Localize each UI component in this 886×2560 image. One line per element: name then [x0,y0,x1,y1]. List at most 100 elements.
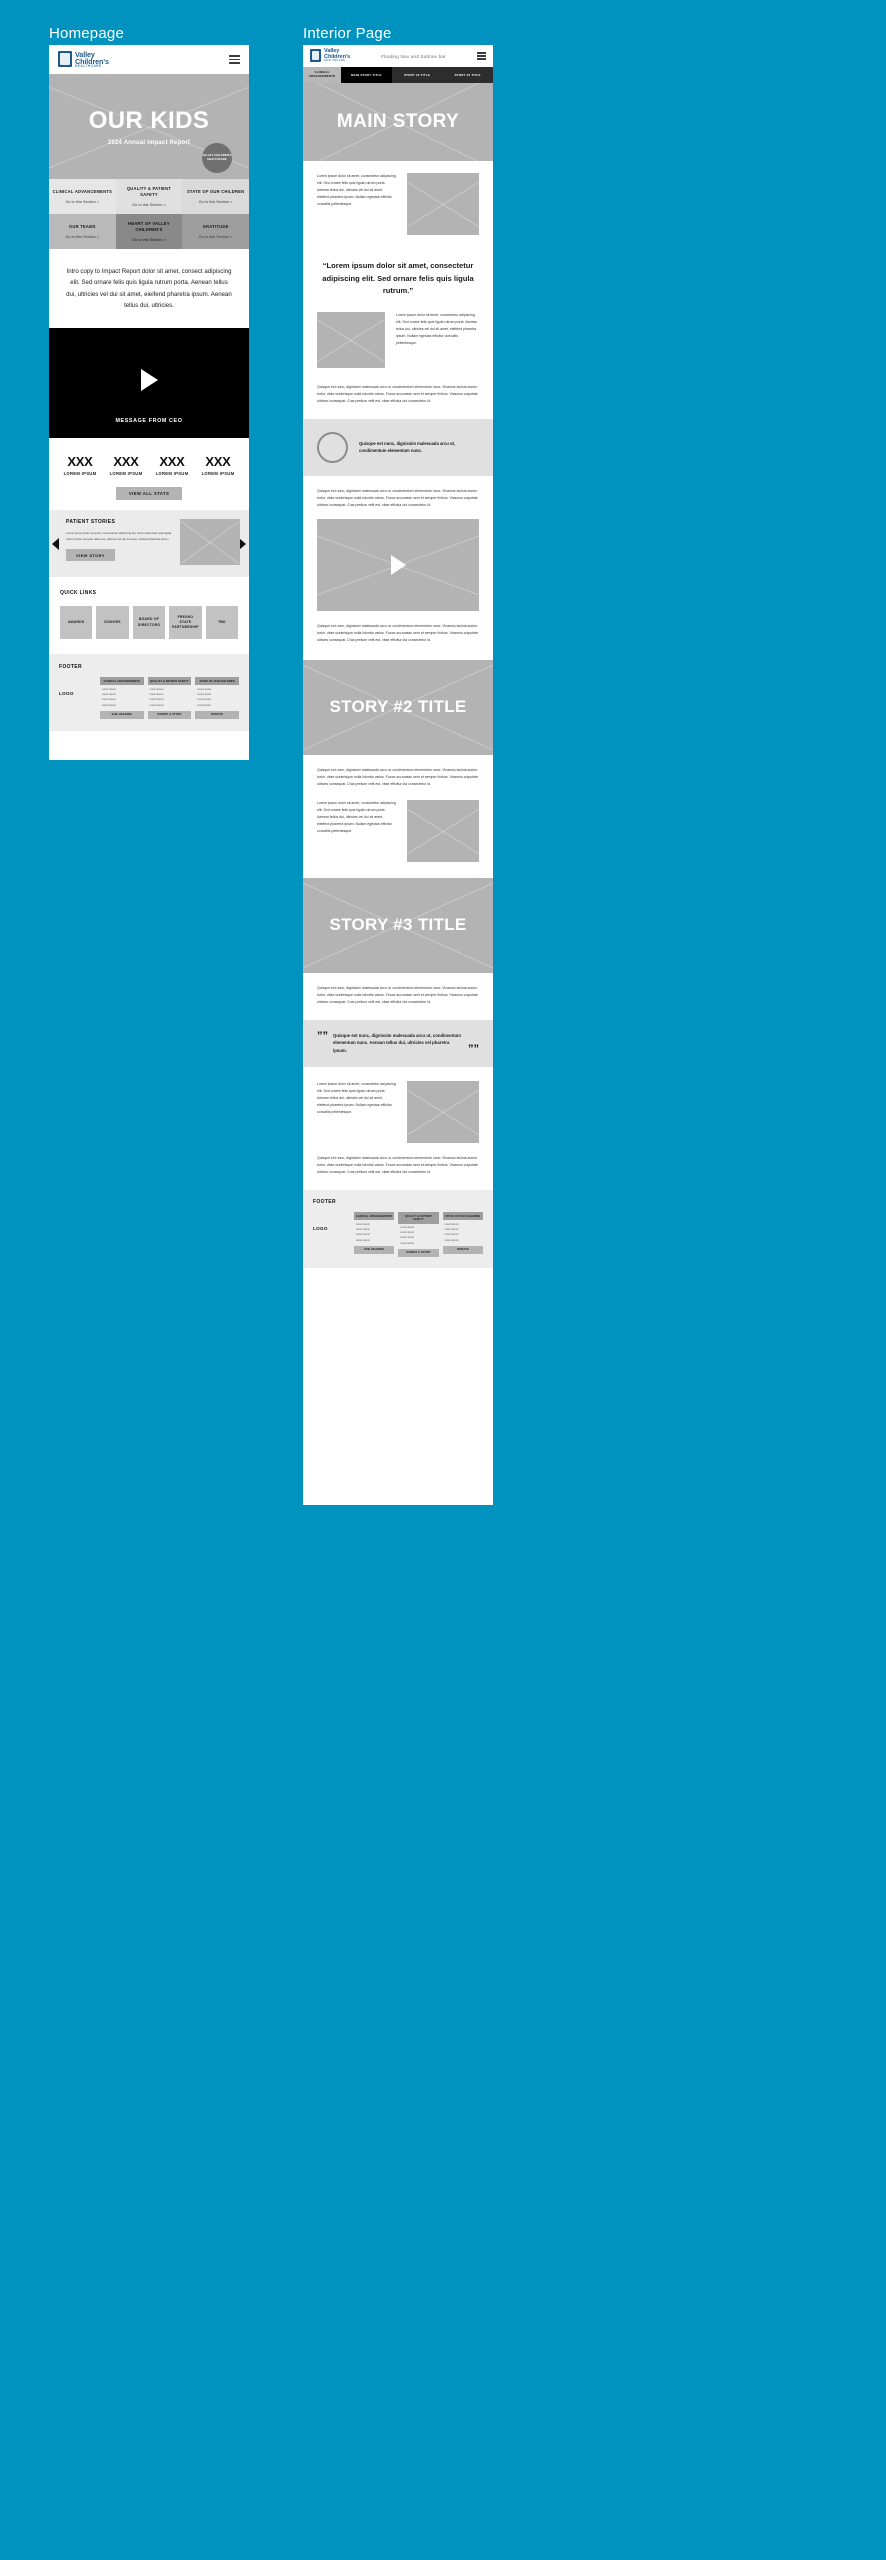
secondary-paragraph: Lorem ipsum dolor sit amet, consectetur … [396,312,478,345]
footer-link[interactable]: Lorem ipsum [354,1223,394,1226]
footer-column: STATE OF OUR CHILDREN Lorem ipsum Lorem … [195,677,240,719]
section-card-clinical-advancements[interactable]: CLINICAL ADVANCEMENTS Go to this Section… [49,179,116,214]
footer-link[interactable]: Lorem ipsum [100,688,144,691]
card-link[interactable]: Go to this Section > [132,238,165,242]
footer-link[interactable]: Lorem ipsum [354,1239,394,1242]
carousel-next-icon[interactable] [239,537,246,550]
subnav-item-story-2[interactable]: STORY #2 TITLE [392,67,443,83]
footer-link[interactable]: Lorem ipsum [100,693,144,696]
interior-video-block[interactable] [317,518,479,611]
footer-button[interactable]: SUB HEADING [354,1245,395,1254]
subnav-item-main-story[interactable]: MAIN STORY TITLE [341,67,392,83]
stat-number: XXX [113,454,139,470]
footer-link[interactable]: Lorem ipsum [354,1228,394,1231]
carousel-prev-icon[interactable] [52,537,59,550]
story-2-title: STORY #2 TITLE [329,696,467,716]
footer-link[interactable]: Lorem ipsum [195,693,239,696]
story-3-paragraph: Lorem ipsum dolor sit amet, consectetur … [317,1082,396,1115]
interior-site-header: Valley Children's HEALTHCARE Floating Na… [303,45,493,67]
valley-childrens-logo[interactable]: Valley Children's HEALTHCARE [310,48,350,63]
footer-link[interactable]: Lorem ipsum [100,704,144,707]
stats-band: XXX LOREM IPSUM XXX LOREM IPSUM XXX LORE… [49,438,249,511]
story-3-image [407,1081,479,1144]
play-icon[interactable] [140,369,158,392]
card-link[interactable]: Go to this Section > [132,203,165,207]
ceo-video-block[interactable]: MESSAGE FROM CEO [49,328,249,439]
section-card-gratitude[interactable]: GRATITUDE Go to this Section > [182,214,249,249]
view-all-stats-button[interactable]: VIEW ALL STATS [115,487,183,501]
footer-link[interactable]: Lorem ipsum [398,1236,438,1239]
footer-logo: LOGO [313,1226,328,1232]
footer-link[interactable]: Lorem ipsum [398,1226,438,1229]
footer-link[interactable]: Lorem ipsum [195,698,239,701]
quick-link-tbd[interactable]: TBD [205,606,239,640]
footer-link[interactable]: Lorem ipsum [443,1233,483,1236]
card-link[interactable]: Go to this Section > [66,235,99,239]
footer-title: FOOTER [59,664,82,671]
subnav-item-story-3[interactable]: STORY #3 TITLE [442,67,493,83]
quick-link-board-of-directors[interactable]: BOARD OF DIRECTORS [132,606,166,640]
callout-text: Quisque est nunc, dignissim malesuada ar… [359,440,456,454]
footer-column: QUALITY & PATIENT SAFETY Lorem ipsum Lor… [398,1212,439,1257]
hamburger-menu-icon[interactable] [476,52,486,60]
footer-link[interactable]: Lorem ipsum [443,1228,483,1231]
footer-link[interactable]: Lorem ipsum [148,704,192,707]
interior-page-mockup: Valley Children's HEALTHCARE Floating Na… [303,45,493,1505]
footer-button[interactable]: DONATE [442,1245,483,1254]
stat-item: XXX LOREM IPSUM [64,454,97,476]
footer-link[interactable]: Lorem ipsum [100,698,144,701]
footer-link[interactable]: Lorem ipsum [398,1242,438,1245]
view-story-button[interactable]: VIEW STORY [66,549,115,562]
footer-link[interactable]: Lorem ipsum [443,1239,483,1242]
play-icon[interactable] [390,554,406,575]
hero-banner: OUR KIDS 2024 Annual Impact Report VALLE… [49,74,249,179]
quick-link-fresno-state-partnership[interactable]: FRESNO STATE PARTNERSHIP [169,606,202,640]
footer-button[interactable]: SUBMIT A STORY [147,710,192,719]
footer-link[interactable]: Lorem ipsum [443,1223,483,1226]
logo-mark-icon [310,49,321,63]
footer-link[interactable]: Lorem ipsum [148,688,192,691]
card-title: OUR TEAMS [68,224,96,230]
body-paragraph: Quisque est nunc, dignissim malesuada ar… [317,488,479,507]
footer-link[interactable]: Lorem ipsum [195,704,239,707]
card-title: GRATITUDE [202,224,229,230]
footer-button[interactable]: DONATE [195,710,240,719]
logo-line3: HEALTHCARE [324,59,346,63]
card-link[interactable]: Go to this Section > [199,235,232,239]
site-footer: FOOTER LOGO CLINICAL ADVANCEMENTS Lorem … [49,654,249,731]
section-card-quality-patient-safety[interactable]: QUALITY & PATIENT SAFETY Go to this Sect… [115,179,183,214]
footer-link[interactable]: Lorem ipsum [195,688,239,691]
footer-link[interactable]: Lorem ipsum [354,1233,394,1236]
quick-link-donors[interactable]: DONORS [96,606,129,640]
footer-button[interactable]: SUBMIT A STORY [398,1248,439,1257]
quick-link-awards[interactable]: AWARDS [60,606,93,640]
video-caption: MESSAGE FROM CEO [115,418,183,425]
logo-mark-icon [58,51,72,68]
footer-link[interactable]: Lorem ipsum [398,1231,438,1234]
block-quote-text: Quisque est nunc, dignissim malesuada ar… [333,1032,461,1053]
footer-link[interactable]: Lorem ipsum [148,693,192,696]
section-card-our-teams[interactable]: OUR TEAMS Go to this Section > [49,214,116,249]
footer-link[interactable]: Lorem ipsum [148,698,192,701]
footer-column-header: CLINICAL ADVANCEMENTS [354,1212,395,1221]
section-card-heart-of-valley-childrens[interactable]: HEART OF VALLEY CHILDREN'S Go to this Se… [115,214,183,249]
stat-number: XXX [67,454,93,470]
hamburger-menu-icon[interactable] [229,55,240,64]
wireframe-canvas: Homepage Interior Page Valley Children's… [0,0,886,2560]
story-3-body: Quisque est nunc, dignissim malesuada ar… [303,972,493,1020]
footer-column-header: QUALITY & PATIENT SAFETY [147,677,192,686]
story-2-paragraph: Lorem ipsum dolor sit amet, consectetur … [317,800,396,833]
stat-item: XXX LOREM IPSUM [156,454,189,476]
callout-block: Quisque est nunc, dignissim malesuada ar… [303,418,493,476]
card-link[interactable]: Go to this Section > [199,200,232,204]
section-card-state-of-our-children[interactable]: STATE OF OUR CHILDREN Go to this Section… [182,179,249,214]
footer-column-header: QUALITY & PATIENT SAFETY [398,1212,439,1224]
footer-title: FOOTER [313,1199,336,1206]
footer-button[interactable]: SUB HEADING [100,710,144,719]
patient-story-image [180,519,240,566]
stat-caption: LOREM IPSUM [63,471,97,477]
valley-childrens-logo[interactable]: Valley Children's HEALTHCARE [58,50,109,69]
interior-column-label: Interior Page [303,25,392,42]
body-copy-section-1: Quisque est nunc, dignissim malesuada ar… [303,379,493,419]
card-link[interactable]: Go to this Section > [66,200,99,204]
